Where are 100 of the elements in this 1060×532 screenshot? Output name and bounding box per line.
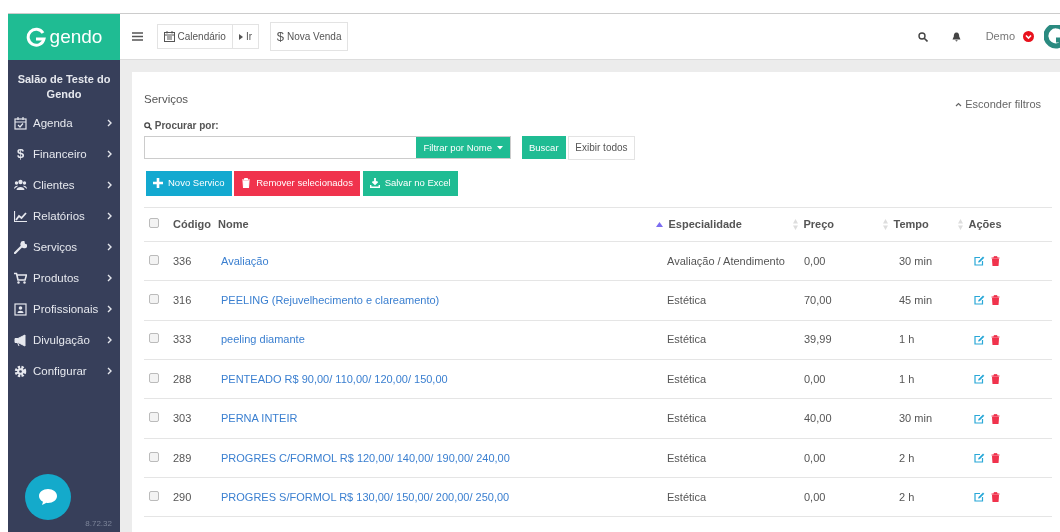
- sidebar-item[interactable]: Serviços: [8, 231, 120, 263]
- table-cell: Estética: [667, 412, 707, 425]
- table-cell: 2 h: [899, 451, 915, 464]
- checkbox[interactable]: [149, 294, 159, 305]
- chevron-right-icon: [107, 243, 112, 252]
- chevron-right-icon: [107, 367, 112, 376]
- calendar-button[interactable]: Calendário: [156, 24, 233, 49]
- checkbox[interactable]: [149, 451, 159, 462]
- search-icon[interactable]: [917, 31, 928, 42]
- plus-icon: [153, 178, 163, 189]
- sidebar-item[interactable]: $ Financeiro: [8, 138, 120, 170]
- version-text: 8.72.32: [84, 518, 113, 530]
- service-name-link[interactable]: Avaliação: [221, 254, 269, 267]
- table-cell: 39,99: [804, 333, 832, 346]
- checkbox[interactable]: [149, 333, 159, 344]
- sidebar-item[interactable]: Divulgação: [8, 324, 120, 356]
- service-name-link[interactable]: PROGRES C/FORMOL R$ 120,00/ 140,00/ 190,00/ 240,00: [221, 451, 510, 464]
- brand-name: gendo: [49, 24, 103, 49]
- service-name-link[interactable]: PEELING (Rejuvelhecimento e clareamento): [221, 294, 440, 307]
- sidebar-item[interactable]: Configurar: [8, 355, 120, 387]
- bell-icon[interactable]: [952, 31, 962, 42]
- table-cell: Estética: [667, 294, 707, 307]
- menu-icon[interactable]: [132, 32, 143, 41]
- checkbox[interactable]: [149, 372, 159, 383]
- edit-icon[interactable]: [974, 492, 985, 503]
- sidebar-item[interactable]: Profissionais: [8, 293, 120, 325]
- trash-icon[interactable]: [990, 452, 1000, 463]
- table-cell: Avaliação / Atendimento: [667, 254, 785, 267]
- user-name[interactable]: Demo: [985, 28, 1015, 45]
- column-header[interactable]: Tempo: [893, 216, 929, 233]
- column-header[interactable]: Ações: [968, 216, 1002, 233]
- checkbox[interactable]: [149, 412, 159, 423]
- column-header[interactable]: Especialidade: [668, 216, 742, 233]
- table-cell: 288: [173, 372, 192, 385]
- checkbox[interactable]: [149, 218, 159, 228]
- trash-icon[interactable]: [990, 334, 1000, 345]
- edit-icon[interactable]: [974, 413, 985, 424]
- trash-icon: [241, 178, 252, 189]
- trash-icon[interactable]: [990, 374, 1000, 385]
- table-cell: 290: [173, 491, 192, 504]
- sidebar-item[interactable]: Produtos: [8, 262, 120, 294]
- hide-filters-link[interactable]: Esconder filtros: [955, 96, 1041, 113]
- sidebar-item[interactable]: Relatórios: [8, 200, 120, 232]
- service-name-link[interactable]: peeling diamante: [221, 333, 305, 346]
- caret-icon: [238, 33, 243, 40]
- go-button[interactable]: Ir: [232, 24, 259, 49]
- download-icon: [369, 178, 380, 189]
- checkbox[interactable]: [149, 254, 159, 265]
- table-cell: 40,00: [804, 412, 832, 425]
- trash-icon[interactable]: [990, 295, 1000, 306]
- dollar-icon: $: [14, 144, 27, 164]
- edit-icon[interactable]: [974, 295, 985, 306]
- table-cell: 336: [173, 254, 192, 267]
- logo-icon: [25, 27, 46, 47]
- edit-icon[interactable]: [974, 452, 985, 463]
- chevron-right-icon: [107, 212, 112, 221]
- service-name-link[interactable]: PROGRES S/FORMOL R$ 130,00/ 150,00/ 200,00/ 250,00: [221, 491, 510, 504]
- table-cell: 289: [173, 451, 192, 464]
- checkbox[interactable]: [149, 491, 159, 502]
- search-icon: [144, 121, 152, 130]
- table-cell: 333: [173, 333, 192, 346]
- trash-icon[interactable]: [990, 413, 1000, 424]
- chevron-right-icon: [107, 150, 112, 159]
- table-cell: 316: [173, 294, 192, 307]
- gear-icon: [14, 364, 27, 378]
- new-sale-button[interactable]: $ Nova Venda: [269, 21, 349, 52]
- column-header[interactable]: Preço: [803, 216, 835, 233]
- column-header[interactable]: Código: [173, 216, 211, 233]
- table-cell: 30 min: [899, 412, 933, 425]
- cart-icon: [14, 271, 27, 285]
- chevron-right-icon: [107, 181, 112, 190]
- table-cell: Estética: [667, 491, 707, 504]
- edit-icon[interactable]: [974, 255, 985, 266]
- trash-icon[interactable]: [990, 492, 1000, 503]
- edit-icon[interactable]: [974, 374, 985, 385]
- table-cell: 70,00: [804, 294, 832, 307]
- table-cell: 0,00: [804, 491, 826, 504]
- sidebar-item[interactable]: Agenda: [8, 107, 120, 139]
- wrench-icon: [14, 240, 27, 254]
- chat-icon: [38, 488, 58, 506]
- table-cell: 1 h: [899, 372, 915, 385]
- chevron-right-icon: [107, 119, 112, 128]
- users-icon: [14, 178, 27, 192]
- remove-selected-button[interactable]: Remover selecionados: [234, 170, 360, 196]
- column-header[interactable]: Nome: [218, 216, 249, 233]
- service-name-link[interactable]: PERNA INTEIR: [221, 412, 298, 425]
- table-cell: 0,00: [804, 451, 826, 464]
- search-label: Procurar por:: [154, 119, 219, 133]
- table-cell: 1 h: [899, 333, 915, 346]
- sidebar-item[interactable]: Clientes: [8, 169, 120, 201]
- megaphone-icon: [14, 333, 27, 347]
- trash-icon[interactable]: [990, 255, 1000, 266]
- dropdown-icon[interactable]: [1023, 31, 1034, 42]
- show-all-button[interactable]: Exibir todos: [568, 135, 635, 160]
- caret-down-icon: [497, 145, 503, 150]
- calendar-icon: [163, 31, 175, 42]
- avatar-logo-icon[interactable]: [1044, 24, 1060, 49]
- service-name-link[interactable]: PENTEADO R$ 90,00/ 110,00/ 120,00/ 150,00: [221, 372, 448, 385]
- page-title: Serviços: [144, 91, 189, 107]
- edit-icon[interactable]: [974, 334, 985, 345]
